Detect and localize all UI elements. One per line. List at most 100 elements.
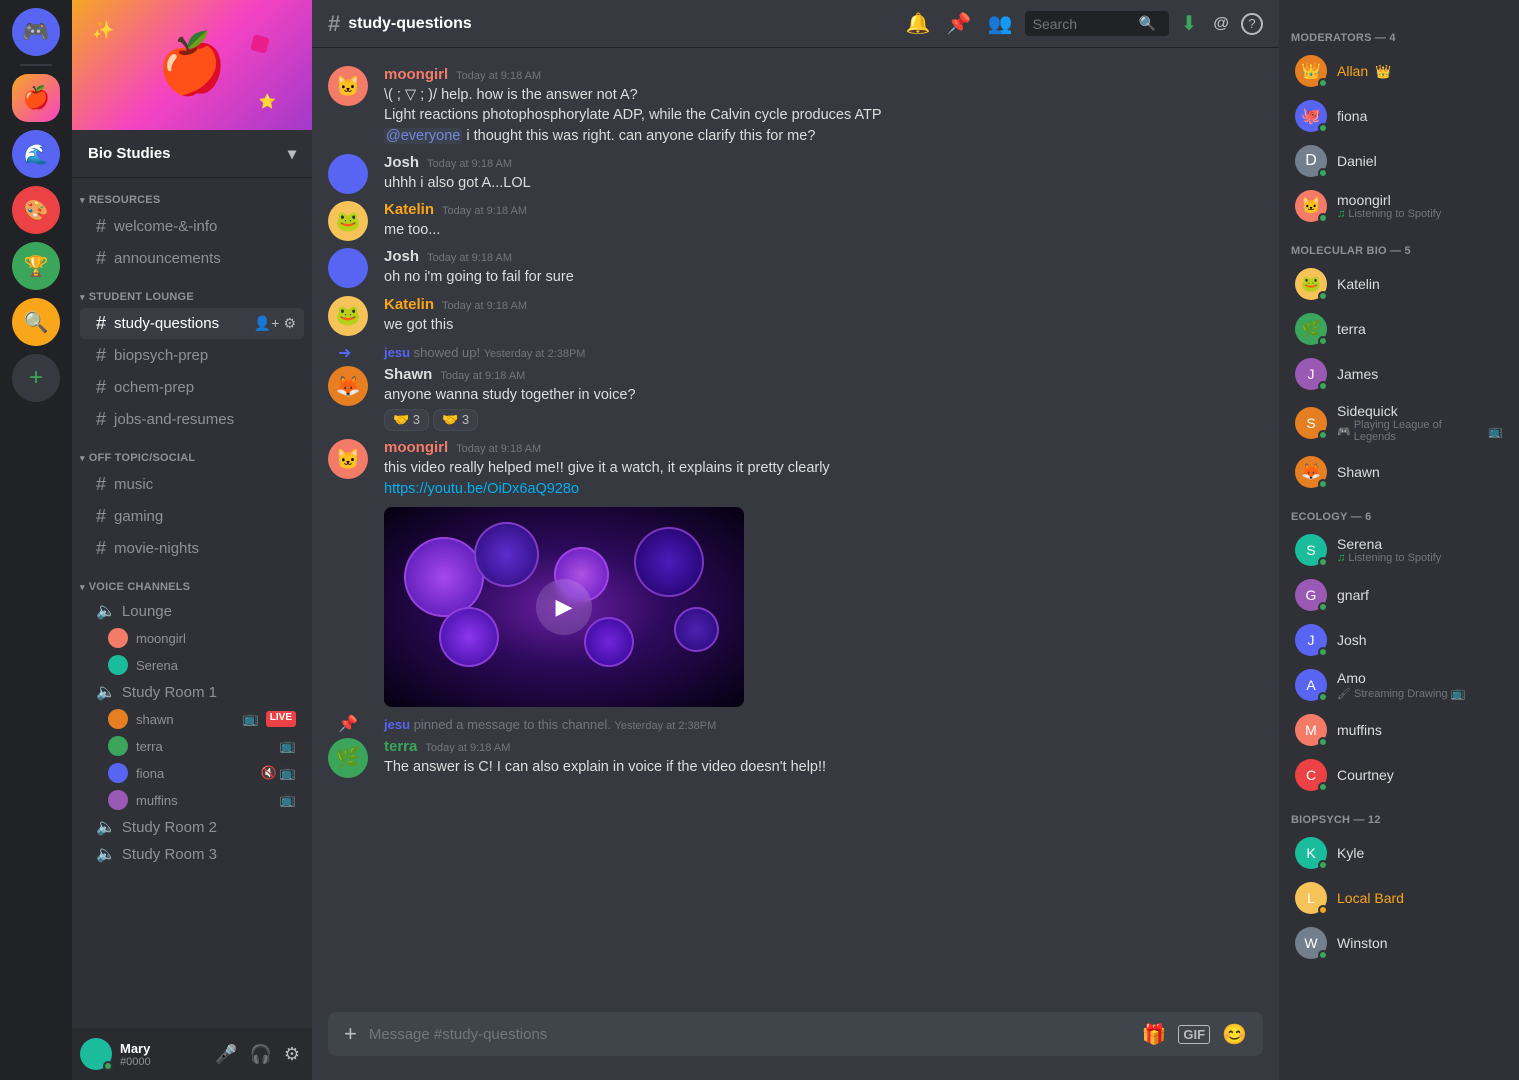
message-input[interactable] xyxy=(369,1015,1130,1054)
search-bar[interactable]: 🔍 xyxy=(1025,11,1169,36)
voice-icons: 📺 xyxy=(280,792,296,808)
discord-home-button[interactable]: 🎮 xyxy=(12,8,60,56)
arrow-right-icon: ➜ xyxy=(338,343,351,363)
member-item-amo[interactable]: A Amo 🖌 Streaming Drawing 📺 xyxy=(1287,663,1511,707)
voice-channel-study-room-3[interactable]: 🔈 Study Room 3 xyxy=(80,841,304,867)
member-item-josh[interactable]: J Josh xyxy=(1287,618,1511,662)
settings-icon[interactable]: ⚙ xyxy=(283,315,296,332)
add-server-button[interactable]: + xyxy=(12,354,60,402)
member-item-james[interactable]: J James xyxy=(1287,352,1511,396)
search-icon: 🔍 xyxy=(1139,15,1156,32)
server-icon-bio-studies[interactable]: 🍎 xyxy=(12,74,60,122)
member-name: Amo xyxy=(1337,670,1466,686)
member-item-winston[interactable]: W Winston xyxy=(1287,921,1511,965)
pin-icon[interactable]: 📌 xyxy=(943,7,976,40)
reaction-button[interactable]: 🤝 3 xyxy=(384,409,429,431)
voice-user-terra[interactable]: terra 📺 xyxy=(80,733,304,759)
message-reactions: 🤝 3 🤝 3 xyxy=(384,409,1263,431)
server-icon-5[interactable]: 🔍 xyxy=(12,298,60,346)
member-item-serena[interactable]: S Serena ♫ Listening to Spotify xyxy=(1287,528,1511,572)
server-icon-4[interactable]: 🏆 xyxy=(12,242,60,290)
avatar: A xyxy=(1295,669,1327,701)
member-item-katelin[interactable]: 🐸 Katelin xyxy=(1287,262,1511,306)
video-link[interactable]: https://youtu.be/OiDx6aQ928o xyxy=(384,481,579,497)
bell-icon[interactable]: 🔔 xyxy=(902,7,935,40)
screen-share-icon: 📺 xyxy=(280,738,296,754)
server-header[interactable]: Bio Studies ▾ xyxy=(72,130,312,178)
help-icon[interactable]: ? xyxy=(1241,13,1263,35)
avatar xyxy=(108,736,128,756)
avatar: 🐱 xyxy=(1295,190,1327,222)
channel-study-questions[interactable]: # study-questions 👤+ ⚙ xyxy=(80,308,304,339)
member-item-courtney[interactable]: C Courtney xyxy=(1287,753,1511,797)
channel-movie-nights[interactable]: # movie-nights xyxy=(80,533,304,564)
avatar xyxy=(108,709,128,729)
gif-icon[interactable]: GIF xyxy=(1178,1025,1210,1044)
gift-icon[interactable]: 🎁 xyxy=(1142,1022,1167,1047)
add-member-icon[interactable]: 👤+ xyxy=(254,315,280,332)
input-actions: 🎁 GIF 😊 xyxy=(1142,1022,1247,1047)
channel-biopsych-prep[interactable]: # biopsych-prep xyxy=(80,340,304,371)
member-item-daniel[interactable]: D Daniel xyxy=(1287,139,1511,183)
category-resources[interactable]: ▾ RESOURCES xyxy=(72,178,312,210)
member-info: Kyle xyxy=(1337,845,1364,861)
category-student-lounge[interactable]: ▾ STUDENT LOUNGE xyxy=(72,275,312,307)
member-item-local-bard[interactable]: L Local Bard xyxy=(1287,876,1511,920)
server-divider xyxy=(20,64,52,66)
username-link[interactable]: jesu xyxy=(384,717,410,732)
reaction-button[interactable]: 🤝 3 xyxy=(433,409,478,431)
message-timestamp: Today at 9:18 AM xyxy=(440,370,525,382)
avatar xyxy=(328,154,368,194)
member-item-moongirl[interactable]: 🐱 moongirl ♫ Listening to Spotify xyxy=(1287,184,1511,228)
voice-channel-study-room-1[interactable]: 🔈 Study Room 1 xyxy=(80,679,304,705)
search-input[interactable] xyxy=(1033,16,1133,32)
user-panel-info: Mary #0000 xyxy=(120,1041,203,1068)
voice-user-serena[interactable]: Serena xyxy=(80,652,304,678)
voice-user-fiona[interactable]: fiona 🔇 📺 xyxy=(80,760,304,786)
microphone-icon[interactable]: 🎤 xyxy=(211,1040,241,1069)
current-user-tag: #0000 xyxy=(120,1056,203,1068)
member-item-shawn[interactable]: 🦊 Shawn xyxy=(1287,450,1511,494)
member-item-kyle[interactable]: K Kyle xyxy=(1287,831,1511,875)
member-status: 🖌 Streaming Drawing 📺 xyxy=(1337,686,1466,700)
channel-jobs-resumes[interactable]: # jobs-and-resumes xyxy=(80,404,304,435)
member-item-terra[interactable]: 🌿 terra xyxy=(1287,307,1511,351)
voice-user-moongirl[interactable]: moongirl xyxy=(80,625,304,651)
voice-channel-study-room-2[interactable]: 🔈 Study Room 2 xyxy=(80,814,304,840)
emoji-icon[interactable]: 😊 xyxy=(1222,1022,1247,1047)
members-icon[interactable]: 👥 xyxy=(984,7,1017,40)
channel-music[interactable]: # music xyxy=(80,469,304,500)
channel-announcements[interactable]: # announcements xyxy=(80,243,304,274)
member-item-gnarf[interactable]: G gnarf xyxy=(1287,573,1511,617)
hash-icon: # xyxy=(96,216,106,237)
video-embed[interactable]: ▶ xyxy=(384,507,744,707)
avatar: J xyxy=(1295,624,1327,656)
channel-ochem-prep[interactable]: # ochem-prep xyxy=(80,372,304,403)
mention-icon[interactable]: @ xyxy=(1209,11,1233,37)
voice-user-muffins[interactable]: muffins 📺 xyxy=(80,787,304,813)
member-item-muffins[interactable]: M muffins xyxy=(1287,708,1511,752)
message-author: Josh xyxy=(384,248,419,265)
voice-user-shawn[interactable]: shawn 📺 LIVE xyxy=(80,706,304,732)
member-item-sidequick[interactable]: S Sidequick 🎮 Playing League of Legends … xyxy=(1287,397,1511,449)
username-link[interactable]: jesu xyxy=(384,345,410,360)
headphones-icon[interactable]: 🎧 xyxy=(245,1040,275,1069)
voice-channel-lounge[interactable]: 🔈 Lounge xyxy=(80,598,304,624)
play-button[interactable]: ▶ xyxy=(536,579,592,635)
member-item-fiona[interactable]: 🐙 fiona xyxy=(1287,94,1511,138)
message-author: Shawn xyxy=(384,366,432,383)
channel-welcome-info[interactable]: # welcome-&-info xyxy=(80,211,304,242)
inbox-icon[interactable]: ⬇ xyxy=(1177,7,1202,40)
channel-icons: 👤+ ⚙ xyxy=(254,315,296,332)
server-icon-3[interactable]: 🎨 xyxy=(12,186,60,234)
member-item-allan[interactable]: 👑 Allan 👑 xyxy=(1287,49,1511,93)
message-group: 🦊 Shawn Today at 9:18 AM anyone wanna st… xyxy=(312,364,1279,433)
category-voice-channels[interactable]: ▾ VOICE CHANNELS xyxy=(72,565,312,597)
member-name: Shawn xyxy=(1337,464,1380,480)
member-name: gnarf xyxy=(1337,587,1369,603)
settings-icon[interactable]: ⚙ xyxy=(280,1040,304,1069)
server-icon-2[interactable]: 🌊 xyxy=(12,130,60,178)
add-attachment-button[interactable]: + xyxy=(344,1021,357,1047)
category-off-topic[interactable]: ▾ OFF TOPIC/SOCIAL xyxy=(72,436,312,468)
channel-gaming[interactable]: # gaming xyxy=(80,501,304,532)
